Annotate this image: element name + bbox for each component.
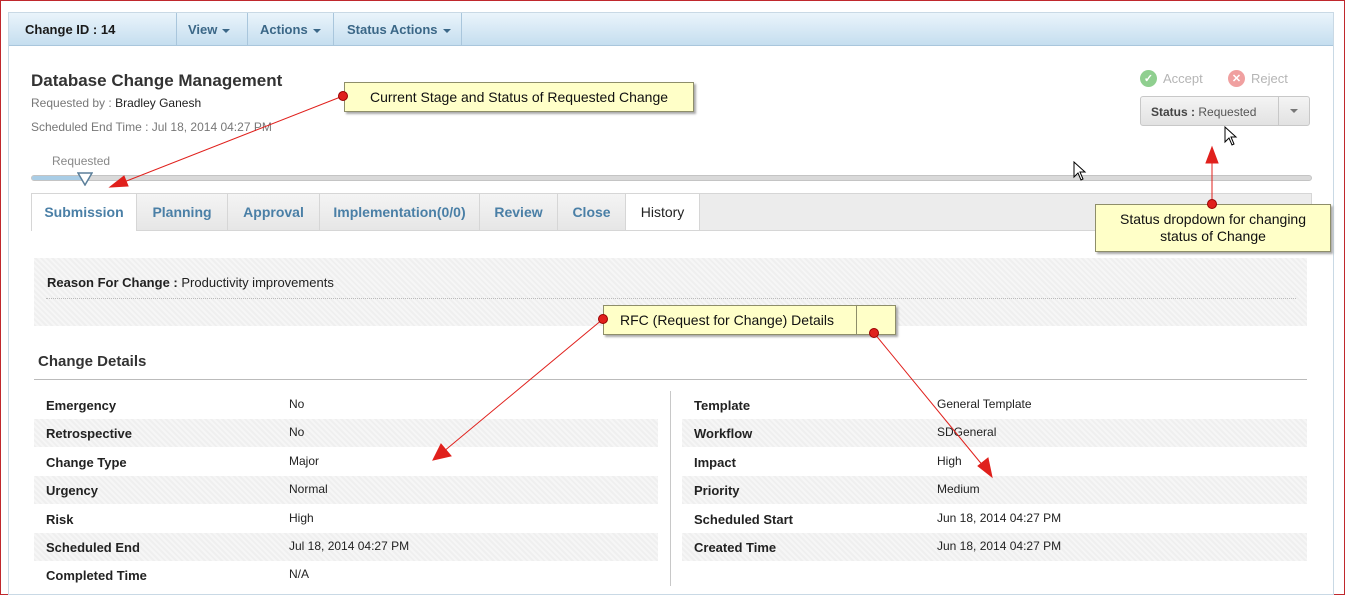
status-actions-menu-label: Status Actions xyxy=(347,22,438,37)
detail-key: Change Type xyxy=(46,455,127,470)
stage-progress-track xyxy=(31,175,1312,181)
divider xyxy=(46,298,1296,299)
detail-key: Created Time xyxy=(694,540,777,555)
tab-close[interactable]: Close xyxy=(558,194,626,230)
detail-row-scheduled-end: Scheduled End Jul 18, 2014 04:27 PM xyxy=(34,533,658,561)
detail-key: Workflow xyxy=(694,426,753,441)
detail-row-workflow: Workflow SDGeneral xyxy=(682,419,1307,447)
requested-by-value: Bradley Ganesh xyxy=(115,96,202,110)
requested-by: Requested by : Bradley Ganesh xyxy=(31,96,201,110)
actions-menu[interactable]: Actions xyxy=(260,22,321,37)
accept-label: Accept xyxy=(1163,71,1203,86)
actions-menu-label: Actions xyxy=(260,22,308,37)
callout-rfc-details: RFC (Request for Change) Details xyxy=(603,305,896,335)
callout-line: Status dropdown for changing xyxy=(1119,211,1306,227)
detail-row-change-type: Change Type Major xyxy=(34,448,658,476)
detail-key: Template xyxy=(694,398,751,413)
detail-value: Medium xyxy=(937,482,980,496)
detail-value: Major xyxy=(289,454,320,468)
reason-for-change: Reason For Change : Productivity improve… xyxy=(47,275,334,290)
detail-key: Scheduled Start xyxy=(694,512,793,527)
toolbar: Change ID : 14 View Actions Status Actio… xyxy=(9,13,1333,46)
cursor-arrow-icon xyxy=(1073,161,1087,181)
callout-status-dropdown: Status dropdown for changing status of C… xyxy=(1095,204,1331,252)
status-dropdown-text: Status : Requested xyxy=(1151,105,1256,119)
detail-value: Jun 18, 2014 04:27 PM xyxy=(937,511,1062,525)
page-title: Database Change Management xyxy=(31,71,283,90)
detail-value: SDGeneral xyxy=(937,425,997,439)
change-id: Change ID : 14 xyxy=(25,22,116,37)
cursor-arrow-icon xyxy=(1224,126,1238,146)
chevron-down-icon xyxy=(442,28,451,33)
status-actions-menu[interactable]: Status Actions xyxy=(347,22,451,37)
detail-key: Completed Time xyxy=(46,568,147,583)
detail-row-emergency: Emergency No xyxy=(34,391,658,419)
view-menu-label: View xyxy=(188,22,218,37)
reason-label: Reason For Change : xyxy=(47,275,178,290)
view-menu[interactable]: View xyxy=(188,22,231,37)
status-value: Requested xyxy=(1198,105,1257,119)
detail-value: N/A xyxy=(289,567,310,581)
detail-key: Urgency xyxy=(46,483,99,498)
tab-submission[interactable]: Submission xyxy=(32,194,137,231)
scheduled-end-time: Scheduled End Time : Jul 18, 2014 04:27 … xyxy=(31,120,272,134)
reason-value: Productivity improvements xyxy=(181,275,334,290)
toolbar-separator xyxy=(333,13,334,45)
reject-button[interactable]: ✕ Reject xyxy=(1228,70,1288,87)
detail-key: Priority xyxy=(694,483,740,498)
status-dropdown-toggle[interactable] xyxy=(1278,97,1309,125)
chevron-down-icon xyxy=(1290,109,1298,113)
tab-approval[interactable]: Approval xyxy=(228,194,320,230)
requested-by-label: Requested by : xyxy=(31,96,112,110)
detail-key: Scheduled End xyxy=(46,540,140,555)
detail-value: Jun 18, 2014 04:27 PM xyxy=(937,539,1062,553)
detail-row-template: Template General Template xyxy=(682,391,1307,419)
detail-row-completed-time: Completed Time N/A xyxy=(34,561,658,589)
tab-review[interactable]: Review xyxy=(480,194,558,230)
tab-planning[interactable]: Planning xyxy=(137,194,228,230)
chevron-down-icon xyxy=(222,28,231,33)
callout-tab xyxy=(856,305,897,335)
chevron-down-icon xyxy=(312,28,321,33)
accept-button[interactable]: ✓ Accept xyxy=(1140,70,1203,87)
detail-row-urgency: Urgency Normal xyxy=(34,476,658,504)
detail-value: No xyxy=(289,425,305,439)
detail-row-impact: Impact High xyxy=(682,448,1307,476)
detail-row-retrospective: Retrospective No xyxy=(34,419,658,447)
detail-row-risk: Risk High xyxy=(34,505,658,533)
reject-label: Reject xyxy=(1251,71,1288,86)
detail-value: No xyxy=(289,397,305,411)
column-divider xyxy=(670,391,671,586)
detail-key: Risk xyxy=(46,512,74,527)
status-label: Status : xyxy=(1151,105,1196,119)
tab-history[interactable]: History xyxy=(626,194,700,230)
detail-value: High xyxy=(289,511,314,525)
detail-key: Impact xyxy=(694,455,736,470)
close-icon: ✕ xyxy=(1228,70,1245,87)
tab-implementation[interactable]: Implementation(0/0) xyxy=(320,194,480,230)
detail-row-priority: Priority Medium xyxy=(682,476,1307,504)
detail-value: General Template xyxy=(937,397,1032,411)
detail-value: Normal xyxy=(289,482,328,496)
callout-stage-status: Current Stage and Status of Requested Ch… xyxy=(344,82,694,112)
detail-row-created-time: Created Time Jun 18, 2014 04:27 PM xyxy=(682,533,1307,561)
check-icon: ✓ xyxy=(1140,70,1157,87)
callout-text: RFC (Request for Change) Details xyxy=(620,312,834,328)
stage-marker-icon xyxy=(77,172,93,186)
callout-line: status of Change xyxy=(1160,228,1266,244)
toolbar-separator xyxy=(461,13,462,45)
toolbar-separator xyxy=(247,13,248,45)
detail-key: Retrospective xyxy=(46,426,132,441)
toolbar-separator xyxy=(176,13,177,45)
divider xyxy=(34,379,1307,380)
status-dropdown[interactable]: Status : Requested xyxy=(1140,96,1310,126)
detail-value: Jul 18, 2014 04:27 PM xyxy=(289,539,410,553)
stage-label: Requested xyxy=(52,154,111,168)
change-details-title: Change Details xyxy=(38,353,147,370)
detail-value: High xyxy=(937,454,962,468)
detail-key: Emergency xyxy=(46,398,117,413)
detail-row-scheduled-start: Scheduled Start Jun 18, 2014 04:27 PM xyxy=(682,505,1307,533)
